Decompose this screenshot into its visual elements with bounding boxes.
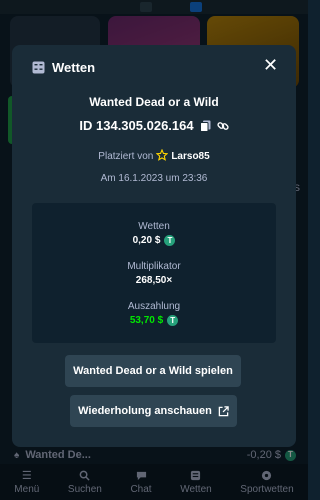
game-name: Wanted Dead or a Wild [89,95,219,109]
stat-bet: Wetten 0,20 $ T [32,221,276,246]
multiplier-value: 268,50× [135,275,173,286]
placed-by-label: Platziert von [98,151,154,162]
external-link-icon [218,405,229,417]
stat-value-row: 0,20 $ T [32,235,276,246]
tether-coin-icon: T [164,235,176,246]
username-link[interactable]: Larso85 [171,151,209,162]
play-game-button[interactable]: Wanted Dead or a Wild spielen [65,355,241,387]
play-game-label: Wanted Dead or a Wild spielen [73,365,233,377]
stat-payout: Auszahlung 53,70 $ T [32,301,276,326]
stat-label: Multiplikator [127,261,181,272]
bet-stats-panel: Wetten 0,20 $ T Multiplikator 268,50× Au… [32,203,276,343]
stat-value-row: 53,70 $ T [32,315,276,326]
modal-header: Wetten ✕ [12,45,296,91]
watch-replay-button[interactable]: Wiederholung anschauen [70,395,237,427]
bet-date: Am 16.1.2023 um 23:36 [100,173,208,184]
link-icon[interactable] [217,120,229,132]
bet-amount: 0,20 $ [132,235,161,246]
bet-id-row: ID 134.305.026.164 [12,118,296,133]
tether-coin-icon: T [167,315,179,326]
modal-title: Wetten [52,60,96,75]
stat-label: Auszahlung [127,301,181,312]
placed-by-row: Platziert von Larso85 [12,148,296,164]
stat-label: Wetten [138,221,170,232]
stat-value-row: 268,50× [32,275,276,286]
bet-details-modal: Wetten ✕ Wanted Dead or a Wild ID 134.30… [12,45,296,447]
star-icon [155,148,169,164]
copy-icon[interactable] [199,120,211,132]
payout-amount: 53,70 $ [129,315,164,326]
stat-multiplier: Multiplikator 268,50× [32,261,276,286]
close-icon[interactable]: ✕ [263,56,278,74]
watch-replay-label: Wiederholung anschauen [78,405,212,417]
bets-icon [32,61,45,74]
bet-id: ID 134.305.026.164 [79,118,194,133]
